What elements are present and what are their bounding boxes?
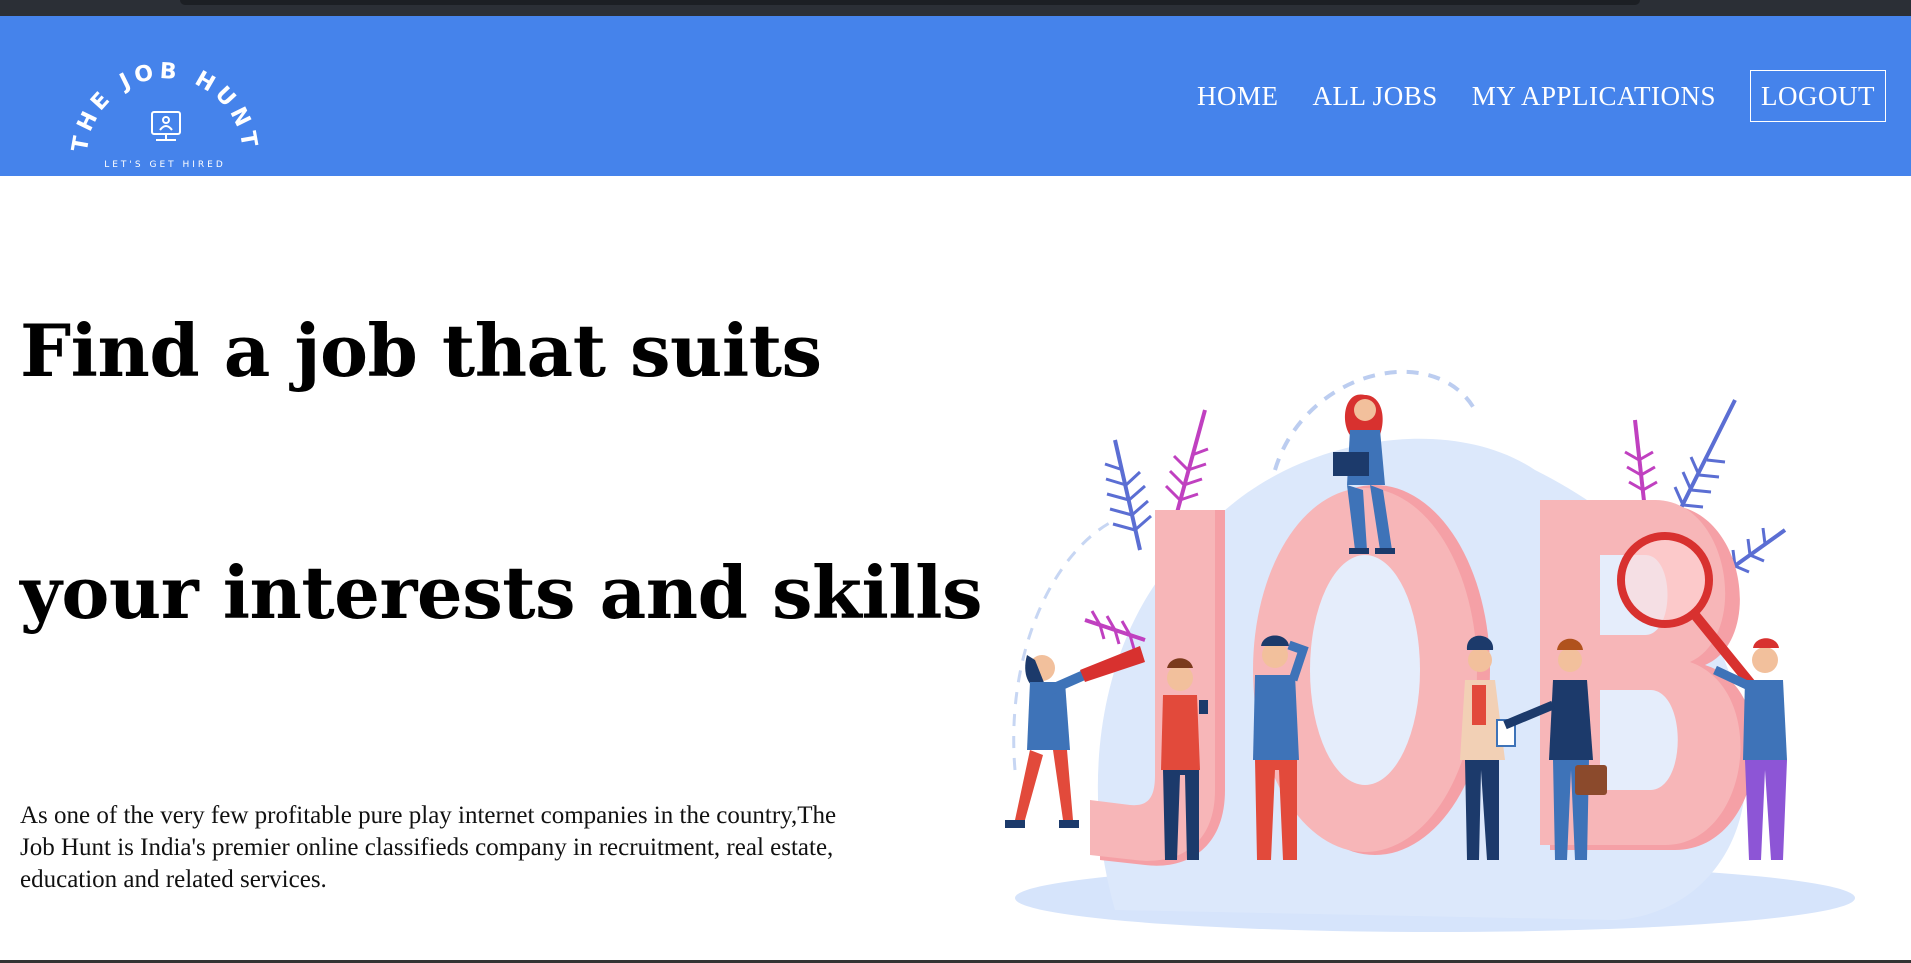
hero-title-line-1: Find a job that suits (20, 308, 822, 393)
computer-icon (151, 111, 181, 141)
nav-my-applications[interactable]: MY APPLICATIONS (1472, 81, 1716, 112)
main-nav: HOME ALL JOBS MY APPLICATIONS LOGOUT (1163, 70, 1886, 122)
hero-title-line-2: your interests and skills (20, 550, 983, 635)
logout-button[interactable]: LOGOUT (1750, 70, 1886, 122)
job-illustration (1005, 369, 1855, 932)
hero-description: As one of the very few profitable pure p… (20, 802, 837, 893)
nav-home[interactable]: HOME (1197, 81, 1279, 112)
site-logo[interactable]: THE JOB HUNT LET'S GET HIRED (70, 56, 260, 176)
nav-all-jobs[interactable]: ALL JOBS (1312, 81, 1437, 112)
logo-tagline: LET'S GET HIRED (104, 160, 226, 170)
browser-top-strip (0, 0, 1911, 16)
browser-address-pill (180, 0, 1640, 5)
navbar: THE JOB HUNT LET'S GET HIRED HOME ALL JO… (0, 16, 1911, 176)
